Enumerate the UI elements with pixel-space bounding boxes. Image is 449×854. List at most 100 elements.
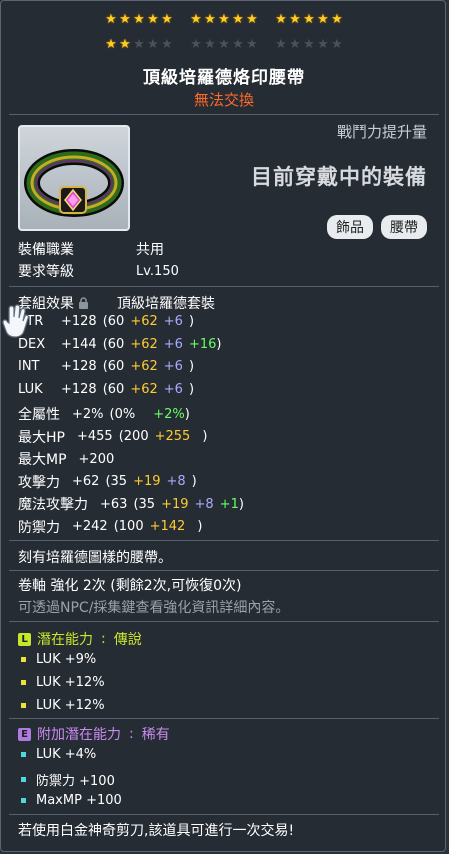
star-filled-icon: ★ (303, 12, 315, 27)
stat-bonus-star: +6 (163, 359, 183, 374)
divider (9, 286, 439, 287)
additional-potential-label: 附加潛在能力 (37, 727, 121, 743)
stat-bonus-star: +6 (163, 336, 183, 352)
item-icon-frame (18, 125, 130, 231)
bullet-icon (21, 752, 26, 757)
divider (9, 570, 439, 571)
stat-base: (60 (102, 381, 125, 397)
stat-total: +128 (61, 381, 97, 397)
stat-row: 防禦力 +242 (100 +142) (18, 517, 202, 537)
stat-base: (60 (102, 314, 125, 329)
potential-line: 防禦力 +100 (18, 770, 115, 789)
star-filled-icon: ★ (190, 12, 202, 27)
stat-total: +200 (78, 451, 115, 467)
star-empty-icon: ★ (218, 37, 230, 52)
potential-line-text: LUK +12% (36, 698, 105, 713)
set-name: 頂級培羅德套裝 (117, 296, 215, 312)
belt-icon (24, 149, 124, 217)
potential-line: LUK +9% (18, 652, 96, 667)
stat-close: ) (191, 474, 197, 489)
potential-line: LUK +12% (18, 675, 105, 690)
stat-row: INT +128 (60 +62 +6) (18, 359, 194, 374)
star-filled-icon: ★ (275, 12, 287, 27)
stat-name: 最大MP (18, 452, 67, 468)
stat-total: +63 (100, 496, 128, 512)
star-filled-icon: ★ (119, 37, 131, 52)
stat-bonus-flame: +62 (130, 381, 158, 397)
divider (9, 621, 439, 622)
item-tags: 飾品 腰帶 (327, 215, 427, 239)
stat-name: 全屬性 (18, 407, 60, 423)
equipped-status: 目前穿戴中的裝備 (251, 165, 427, 189)
stat-total: +144 (61, 336, 97, 352)
divider (9, 814, 439, 815)
stat-name: 魔法攻擊力 (18, 497, 88, 513)
stat-bonus-flame: +255 (154, 429, 191, 444)
stat-bonus-flame: +19 (161, 496, 189, 512)
bullet-icon (21, 703, 26, 708)
star-force-row-1: ★ ★ ★ ★ ★ ★ ★ ★ ★ ★ ★ ★ ★ ★ ★ (1, 13, 447, 27)
additional-potential-separator: : (129, 726, 134, 742)
stat-row: 攻擊力 +62 (35 +19 +8) (18, 472, 197, 492)
stat-base: (200 (118, 429, 149, 444)
star-group: ★ ★ ★ ★ ★ (275, 13, 344, 27)
star-filled-icon: ★ (161, 12, 173, 27)
potential-line-text: LUK +4% (36, 747, 97, 762)
stat-close: ) (202, 429, 208, 444)
stat-total: +2% (72, 406, 104, 422)
star-empty-icon: ★ (161, 37, 173, 52)
trade-hint: 若使用白金神奇剪刀,該道具可進行一次交易! (18, 823, 295, 839)
stat-bonus-star: +6 (163, 381, 183, 397)
stat-row: 最大MP +200 (18, 449, 138, 469)
potential-separator: : (101, 631, 106, 647)
star-filled-icon: ★ (119, 12, 131, 27)
level-value: Lv.150 (136, 263, 179, 279)
star-empty-icon: ★ (289, 37, 301, 52)
stat-base: (100 (113, 519, 144, 534)
star-filled-icon: ★ (147, 12, 159, 27)
stat-close: ) (238, 496, 244, 512)
potential-line-text: 防禦力 +100 (36, 774, 115, 789)
stat-row: 魔法攻擊力 +63 (35 +19 +8 +1) (18, 494, 244, 514)
lock-icon (79, 296, 88, 309)
star-empty-icon: ★ (317, 37, 329, 52)
stat-total: +242 (72, 519, 108, 534)
stat-bonus-flame: +62 (130, 359, 158, 374)
potential-line-text: LUK +9% (36, 652, 97, 667)
item-name: 頂級培羅德烙印腰帶 (143, 68, 305, 88)
stat-row: STR +128 (60 +62 +6) (18, 314, 194, 329)
stat-bonus-potential: +2% (153, 406, 185, 422)
bullet-icon (21, 798, 26, 803)
potential-line: LUK +4% (18, 747, 96, 762)
star-filled-icon: ★ (246, 12, 258, 27)
item-description: 刻有培羅德圖樣的腰帶。 (18, 550, 172, 566)
star-filled-icon: ★ (232, 12, 244, 27)
star-force-row-2: ★ ★ ★ ★ ★ ★ ★ ★ ★ ★ ★ ★ ★ ★ ★ (1, 38, 447, 52)
stat-close: ) (188, 314, 195, 329)
star-filled-icon: ★ (105, 12, 117, 27)
level-row: 要求等級 Lv.150 (18, 261, 179, 281)
potential-line: LUK +12% (18, 698, 105, 713)
combat-power-label: 戰鬥力提升量 (336, 123, 427, 141)
star-group: ★ ★ ★ ★ ★ (190, 38, 259, 52)
star-empty-icon: ★ (246, 37, 258, 52)
stat-name: LUK (18, 381, 43, 397)
divider (9, 114, 439, 115)
stat-close: ) (188, 359, 195, 374)
job-value: 共用 (136, 242, 164, 258)
star-filled-icon: ★ (133, 12, 145, 27)
stat-name: INT (18, 359, 40, 374)
star-empty-icon: ★ (331, 37, 343, 52)
bullet-icon (21, 777, 26, 782)
star-empty-icon: ★ (303, 37, 315, 52)
potential-line-text: LUK +12% (36, 675, 105, 690)
stat-bonus-flame: +62 (130, 314, 158, 329)
job-label: 裝備職業 (18, 242, 74, 258)
stat-total: +128 (61, 314, 97, 329)
tag-slot: 腰帶 (381, 215, 427, 239)
stat-row: DEX +144 (60 +62 +6 +16) (18, 337, 221, 352)
additional-potential-grade: 稀有 (141, 727, 170, 743)
stat-close: ) (188, 381, 195, 397)
scroll-info: 卷軸 強化 2次 (剩餘2次,可恢復0次) (18, 578, 242, 594)
stat-close: ) (184, 406, 190, 422)
